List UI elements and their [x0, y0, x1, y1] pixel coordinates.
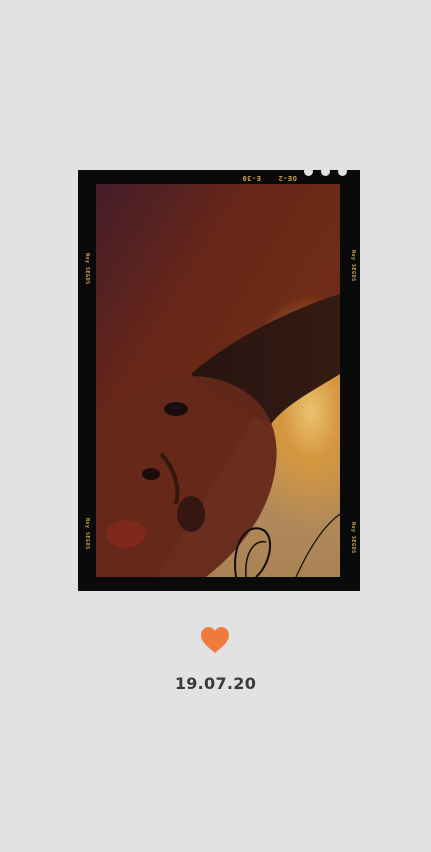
film-frame: E-30 OE-2 Noy SEGOS Noy SEGOS Noy SEGOS …: [78, 170, 360, 591]
film-sprocket-hole: [338, 170, 347, 176]
film-sprocket-hole: [304, 170, 313, 176]
film-side-code: Noy SEGOS: [350, 522, 356, 554]
film-side-code: Noy SEGOS: [350, 250, 356, 282]
story-canvas: E-30 OE-2 Noy SEGOS Noy SEGOS Noy SEGOS …: [0, 0, 431, 852]
date-caption: 19.07.20: [174, 674, 257, 693]
photo-image: [96, 184, 340, 577]
film-edge-code: E-30: [242, 174, 261, 182]
heart-icon: [201, 627, 229, 653]
film-side-code: Noy SEGOS: [84, 518, 90, 550]
film-side-code: Noy SEGOS: [84, 253, 90, 285]
film-sprocket-hole: [321, 170, 330, 176]
photo: [96, 184, 340, 577]
film-edge-code: OE-2: [278, 174, 297, 182]
